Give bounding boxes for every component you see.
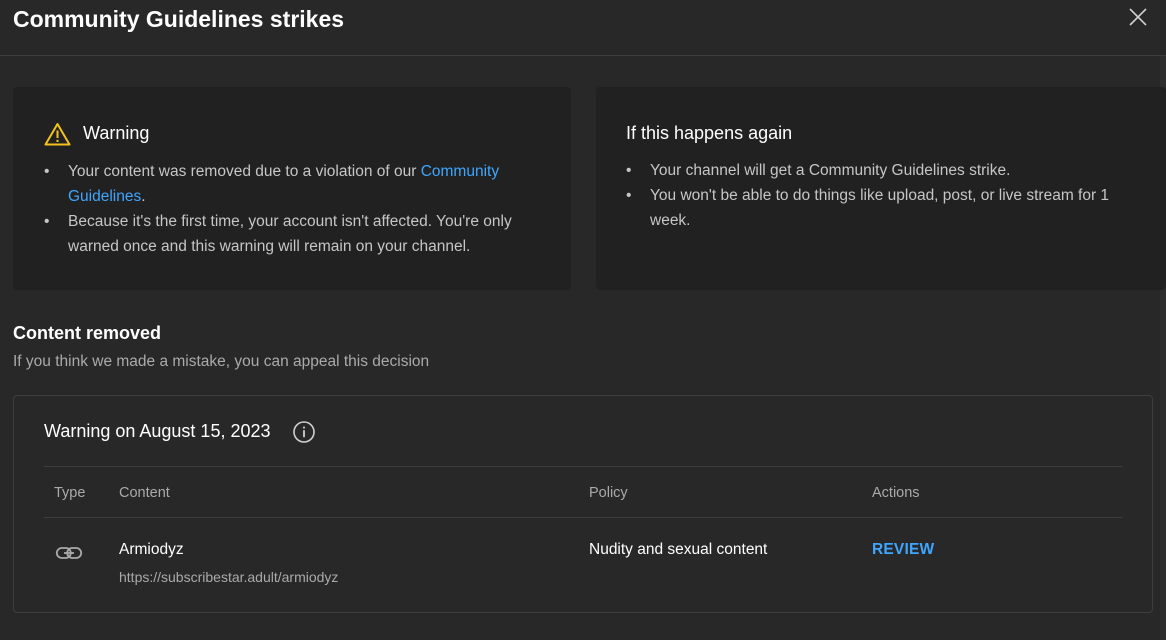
dialog-header: Community Guidelines strikes <box>0 0 1166 56</box>
warning-bullet-suffix: . <box>141 188 146 205</box>
happens-again-bullets: Your channel will get a Community Guidel… <box>626 158 1136 233</box>
column-header-policy: Policy <box>589 485 628 501</box>
content-removed-subtitle: If you think we made a mistake, you can … <box>13 353 430 370</box>
content-name: Armiodyz <box>119 541 184 558</box>
link-icon <box>55 541 83 565</box>
info-cards: Warning Your content was removed due to … <box>13 87 1166 291</box>
column-header-content: Content <box>119 485 170 501</box>
policy-value: Nudity and sexual content <box>589 541 768 558</box>
review-button[interactable]: REVIEW <box>872 539 934 561</box>
warning-heading: Warning <box>83 123 150 143</box>
happens-again-bullet-restriction: You won't be able to do things like uplo… <box>626 183 1136 233</box>
warning-card: Warning Your content was removed due to … <box>13 87 571 290</box>
warning-bullet-first-time-text: Because it's the first time, your accoun… <box>68 213 512 255</box>
happens-again-heading: If this happens again <box>626 123 793 143</box>
content-url: https://subscribestar.adult/armiodyz <box>119 569 339 585</box>
content-removed-title: Content removed <box>13 323 162 343</box>
happens-again-bullet-strike-text: Your channel will get a Community Guidel… <box>650 162 1011 179</box>
warning-bullets: Your content was removed due to a violat… <box>44 159 544 259</box>
happens-again-bullet-restriction-text: You won't be able to do things like uplo… <box>650 187 1110 229</box>
table-divider-top <box>44 466 1122 467</box>
close-icon[interactable] <box>1126 5 1150 29</box>
info-icon[interactable] <box>292 420 316 444</box>
dialog-title: Community Guidelines strikes <box>13 6 345 32</box>
warning-bullet-first-time: Because it's the first time, your accoun… <box>44 209 544 259</box>
column-header-actions: Actions <box>872 485 920 501</box>
warning-bullet-violation: Your content was removed due to a violat… <box>44 159 544 209</box>
warning-triangle-icon <box>44 122 71 146</box>
table-divider-header <box>44 517 1122 518</box>
warning-bullet-prefix: Your content was removed due to a violat… <box>68 163 421 180</box>
column-header-type: Type <box>54 485 86 501</box>
strike-title: Warning on August 15, 2023 <box>44 421 271 441</box>
strikes-dialog: Community Guidelines strikes Warning You… <box>0 0 1166 640</box>
strike-panel: Warning on August 15, 2023 Type Content … <box>13 395 1153 613</box>
happens-again-bullet-strike: Your channel will get a Community Guidel… <box>626 158 1136 183</box>
happens-again-card: If this happens again Your channel will … <box>596 87 1166 290</box>
